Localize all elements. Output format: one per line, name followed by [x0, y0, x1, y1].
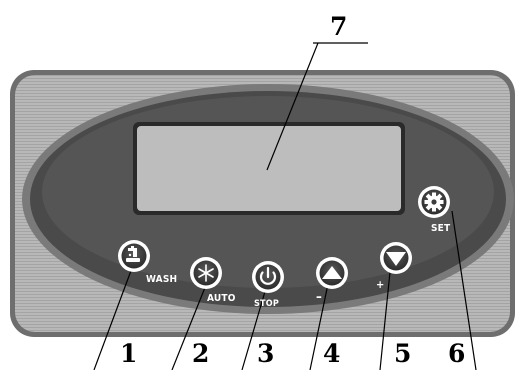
- stop-button[interactable]: [252, 261, 284, 293]
- auto-button[interactable]: [190, 257, 222, 289]
- callout-stop: 3: [257, 339, 275, 368]
- callout-auto: 2: [192, 339, 210, 368]
- down-caption: +: [376, 278, 385, 291]
- callout-down: 5: [394, 339, 412, 368]
- callout-wash: 1: [120, 339, 138, 368]
- down-button[interactable]: [380, 242, 412, 274]
- up-caption: –: [316, 290, 323, 305]
- callout-display: 7: [330, 12, 348, 41]
- stop-caption: STOP: [254, 299, 279, 309]
- callout-up: 4: [323, 339, 341, 368]
- gear-icon: [424, 192, 444, 212]
- auto-caption: AUTO: [207, 293, 236, 304]
- wash-caption: WASH: [146, 274, 178, 285]
- control-panel-diagram: [10, 42, 515, 370]
- wash-button[interactable]: [118, 240, 150, 272]
- display-window: [137, 126, 401, 211]
- set-caption: SET: [431, 223, 451, 234]
- up-button[interactable]: [316, 257, 348, 289]
- callout-set: 6: [448, 339, 466, 368]
- set-button[interactable]: [418, 186, 450, 218]
